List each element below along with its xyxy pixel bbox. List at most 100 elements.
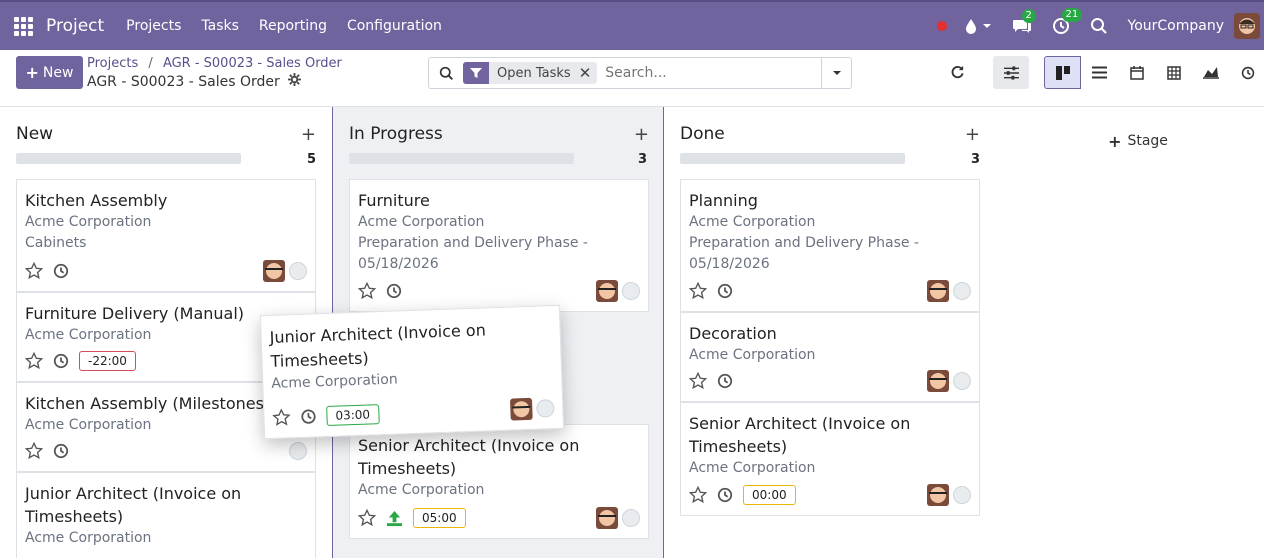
- remaining-time-tag: -22:00: [79, 351, 136, 371]
- chat-count-badge: 2: [1021, 9, 1036, 23]
- kanban-card[interactable]: Planning Acme Corporation Preparation an…: [680, 179, 980, 312]
- column-header: In Progress +: [349, 123, 649, 145]
- graph-view-button[interactable]: [1192, 56, 1229, 89]
- assignee-avatar[interactable]: [927, 370, 949, 392]
- calendar-view-button[interactable]: [1118, 56, 1155, 89]
- kanban-card[interactable]: Senior Architect (Invoice on Timesheets)…: [680, 402, 980, 516]
- status-indicator[interactable]: [622, 509, 640, 527]
- status-indicator[interactable]: [289, 262, 307, 280]
- activity-clock-icon[interactable]: [53, 263, 69, 279]
- recording-indicator-icon[interactable]: [936, 21, 947, 31]
- status-indicator[interactable]: [289, 442, 307, 460]
- status-indicator[interactable]: [953, 372, 971, 390]
- star-icon[interactable]: [689, 486, 707, 504]
- search-input[interactable]: [605, 65, 806, 81]
- assignee-avatar[interactable]: [596, 507, 618, 529]
- kanban-card[interactable]: Kitchen Assembly Acme Corporation Cabine…: [16, 179, 316, 292]
- filter-panel-toggle[interactable]: [993, 56, 1029, 89]
- activity-clock-icon[interactable]: [717, 373, 733, 389]
- new-button-label: New: [42, 64, 74, 81]
- search-bar: Open Tasks ✕: [428, 57, 852, 89]
- star-icon[interactable]: [25, 442, 43, 460]
- kanban-card[interactable]: Senior Architect (Invoice on Timesheets)…: [349, 424, 649, 539]
- status-indicator[interactable]: [953, 282, 971, 300]
- kanban-card[interactable]: Furniture Acme Corporation Preparation a…: [349, 179, 649, 312]
- star-icon[interactable]: [25, 262, 43, 280]
- column-title[interactable]: New: [16, 124, 53, 144]
- breadcrumb-project-link[interactable]: AGR - S00023 - Sales Order: [163, 56, 342, 71]
- kanban-card[interactable]: Decoration Acme Corporation: [680, 312, 980, 402]
- card-title: Kitchen Assembly: [25, 191, 168, 210]
- quick-create-plus-icon[interactable]: +: [965, 124, 980, 145]
- activity-clock-icon[interactable]: [53, 353, 69, 369]
- add-stage-label: Stage: [1127, 133, 1168, 149]
- column-title[interactable]: Done: [680, 124, 725, 144]
- kanban-card[interactable]: Junior Architect (Invoice on Timesheets)…: [16, 472, 316, 558]
- page-title-text: AGR - S00023 - Sales Order: [87, 73, 280, 90]
- app-brand[interactable]: Project: [46, 16, 104, 36]
- card-customer: Acme Corporation: [689, 214, 816, 230]
- list-view-button[interactable]: [1081, 56, 1118, 89]
- user-avatar[interactable]: [1234, 13, 1260, 39]
- menu-projects[interactable]: Projects: [126, 18, 181, 34]
- activity-clock-icon[interactable]: [386, 283, 402, 299]
- activity-clock-icon[interactable]: 21: [1052, 8, 1083, 35]
- breadcrumb-projects-link[interactable]: Projects: [87, 56, 138, 71]
- filter-funnel-icon: [463, 62, 489, 84]
- card-customer: Acme Corporation: [358, 214, 485, 230]
- activity-clock-icon[interactable]: [300, 408, 317, 425]
- menu-reporting[interactable]: Reporting: [259, 18, 327, 34]
- quick-create-plus-icon[interactable]: +: [634, 124, 649, 145]
- kanban-view-button[interactable]: [1044, 56, 1081, 89]
- activity-view-button[interactable]: [1229, 56, 1264, 89]
- gear-icon[interactable]: [287, 73, 301, 90]
- add-stage-button[interactable]: + Stage: [1012, 125, 1264, 157]
- column-count: 3: [970, 152, 980, 167]
- refresh-icon[interactable]: [950, 64, 965, 83]
- chat-icon[interactable]: 2: [1012, 9, 1036, 34]
- top-navbar: Project Projects Tasks Reporting Configu…: [0, 0, 1264, 50]
- quick-create-plus-icon[interactable]: +: [301, 124, 316, 145]
- activity-clock-icon[interactable]: [717, 283, 733, 299]
- page-title: AGR - S00023 - Sales Order: [87, 73, 301, 90]
- drop-dropdown-icon[interactable]: [965, 18, 992, 34]
- upload-arrow-icon[interactable]: [386, 510, 403, 527]
- star-icon[interactable]: [358, 509, 376, 527]
- star-icon[interactable]: [689, 282, 707, 300]
- remaining-time-tag: 03:00: [326, 404, 380, 427]
- status-indicator[interactable]: [953, 486, 971, 504]
- card-milestone: Cabinets: [25, 235, 87, 251]
- new-button[interactable]: + New: [16, 56, 83, 89]
- star-icon[interactable]: [358, 282, 376, 300]
- remove-facet-icon[interactable]: ✕: [579, 64, 598, 82]
- pivot-view-button[interactable]: [1155, 56, 1192, 89]
- card-title: Junior Architect (Invoice on Timesheets): [269, 320, 487, 371]
- activity-clock-icon[interactable]: [717, 487, 733, 503]
- activity-clock-icon[interactable]: [53, 443, 69, 459]
- menu-tasks[interactable]: Tasks: [201, 18, 239, 34]
- card-milestone: Preparation and Delivery Phase - 05/18/2…: [689, 235, 919, 272]
- star-icon[interactable]: [272, 408, 291, 427]
- menu-configuration[interactable]: Configuration: [347, 18, 442, 34]
- status-indicator[interactable]: [622, 282, 640, 300]
- star-icon[interactable]: [689, 372, 707, 390]
- breadcrumb: Projects / AGR - S00023 - Sales Order: [87, 56, 342, 71]
- dragged-kanban-card[interactable]: Junior Architect (Invoice on Timesheets)…: [259, 304, 565, 440]
- column-progress-bar[interactable]: [16, 153, 241, 164]
- assignee-avatar[interactable]: [927, 280, 949, 302]
- status-indicator[interactable]: [536, 399, 555, 418]
- column-progress-bar[interactable]: [680, 153, 905, 164]
- search-options-toggle[interactable]: [821, 58, 851, 88]
- assignee-avatar[interactable]: [927, 484, 949, 506]
- star-icon[interactable]: [25, 352, 43, 370]
- apps-menu-icon[interactable]: [0, 2, 46, 50]
- column-title[interactable]: In Progress: [349, 124, 443, 144]
- assignee-avatar[interactable]: [596, 280, 618, 302]
- view-switcher: [1044, 56, 1264, 89]
- company-switcher[interactable]: YourCompany: [1128, 18, 1225, 34]
- assignee-avatar[interactable]: [509, 397, 533, 421]
- column-progress-bar[interactable]: [349, 153, 574, 164]
- card-title: Furniture: [358, 191, 430, 210]
- search-icon[interactable]: [1090, 17, 1108, 35]
- assignee-avatar[interactable]: [263, 260, 285, 282]
